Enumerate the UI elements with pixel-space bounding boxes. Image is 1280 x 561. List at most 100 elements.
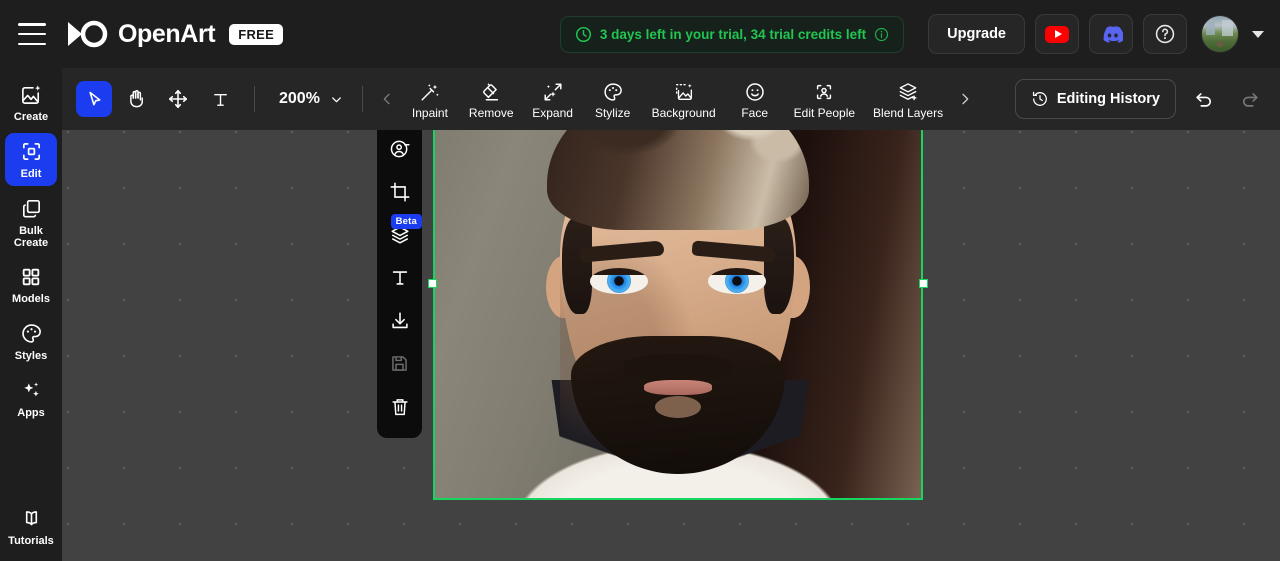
- select-tool-button[interactable]: [76, 81, 112, 117]
- eraser-icon: [480, 81, 502, 103]
- sidebar-item-apps[interactable]: Apps: [5, 372, 57, 425]
- sidebar-item-models[interactable]: Models: [5, 259, 57, 311]
- youtube-icon: [1045, 25, 1069, 43]
- resize-handle-middle-left[interactable]: [428, 279, 437, 288]
- edit-selection-icon: [20, 140, 43, 163]
- expand-arrows-icon: [542, 81, 564, 103]
- lips: [644, 380, 712, 395]
- grid-squares-icon: [20, 266, 42, 288]
- left-sidebar: Create Edit Bulk Create Models Styles Ap…: [0, 68, 62, 561]
- youtube-link-button[interactable]: [1035, 14, 1079, 54]
- redo-button[interactable]: [1232, 81, 1268, 117]
- sidebar-item-styles[interactable]: Styles: [5, 315, 57, 368]
- tool-label: Stylize: [594, 105, 631, 120]
- clock-icon: [575, 26, 592, 43]
- tool-background[interactable]: Background: [644, 79, 724, 120]
- app-header: OpenArt FREE 3 days left in your trial, …: [0, 0, 1280, 68]
- tool-label: Edit People: [793, 105, 856, 120]
- tool-label: Inpaint: [411, 105, 448, 120]
- text-tool-button[interactable]: [202, 81, 238, 117]
- avatar[interactable]: [1201, 15, 1239, 53]
- sidebar-item-label: Bulk Create: [14, 225, 48, 249]
- toolbar-divider: [361, 86, 363, 112]
- eye-right: [708, 268, 766, 294]
- palette-icon: [20, 322, 43, 345]
- eyelash-left: [590, 268, 648, 275]
- image-subject: [433, 68, 923, 500]
- beta-badge: Beta: [390, 214, 422, 229]
- tool-label: Expand: [532, 105, 573, 120]
- undo-button[interactable]: [1186, 81, 1222, 117]
- sidebar-item-label: Create: [13, 111, 49, 123]
- sidebar-label-line2: Create: [13, 237, 49, 249]
- history-clock-icon: [1031, 90, 1049, 108]
- sidebar-item-label: Apps: [17, 407, 45, 419]
- tool-expand[interactable]: Expand: [524, 79, 582, 120]
- sidebar-item-label: Tutorials: [8, 535, 54, 547]
- moustache: [623, 354, 733, 380]
- person-frame-icon: [813, 81, 835, 103]
- book-icon: [20, 507, 43, 530]
- crop-icon[interactable]: [377, 170, 422, 213]
- chin-highlight: [655, 396, 701, 418]
- sidebar-item-label: Styles: [14, 350, 48, 362]
- account-chevron-down-icon[interactable]: [1252, 30, 1264, 38]
- discord-link-button[interactable]: [1089, 14, 1133, 54]
- tools-scroll-left-button[interactable]: [373, 79, 401, 119]
- download-icon[interactable]: [377, 299, 422, 342]
- tool-blend-layers[interactable]: Blend Layers: [865, 79, 951, 120]
- tool-edit-people[interactable]: Edit People: [786, 79, 863, 120]
- sidebar-item-bulk-create[interactable]: Bulk Create: [5, 190, 57, 255]
- copy-icon: [20, 197, 43, 220]
- zoom-level-selector[interactable]: 200%: [279, 90, 344, 108]
- tool-stylize[interactable]: Stylize: [584, 79, 642, 120]
- sidebar-item-create[interactable]: Create: [5, 76, 57, 129]
- sidebar-item-edit[interactable]: Edit: [5, 133, 57, 186]
- info-circle-icon[interactable]: [874, 27, 889, 42]
- app-body: Create Edit Bulk Create Models Styles Ap…: [0, 68, 1280, 561]
- tool-remove[interactable]: Remove: [461, 79, 522, 120]
- hand-pan-tool-button[interactable]: [118, 81, 154, 117]
- editing-history-label: Editing History: [1056, 91, 1160, 107]
- editor-toolbar: 200% Inpaint Remove Expand Stylize Backg…: [62, 68, 1280, 130]
- tool-face[interactable]: Face: [726, 79, 784, 120]
- text-tool-icon[interactable]: [377, 256, 422, 299]
- sidebar-label-line1: Bulk: [19, 225, 43, 237]
- toolbar-right-group: Editing History: [1014, 79, 1268, 119]
- sideburn-right: [764, 218, 794, 314]
- move-tool-button[interactable]: [160, 81, 196, 117]
- eyelash-right: [708, 268, 766, 275]
- resize-handle-middle-right[interactable]: [919, 279, 928, 288]
- trial-status-banner[interactable]: 3 days left in your trial, 34 trial cred…: [559, 15, 905, 53]
- discord-icon: [1100, 25, 1123, 43]
- sidebar-item-label: Models: [12, 293, 50, 305]
- save-disk-icon[interactable]: [377, 342, 422, 385]
- trial-status-text: 3 days left in your trial, 34 trial cred…: [599, 26, 867, 42]
- trash-delete-icon[interactable]: [377, 385, 422, 428]
- brand-name: OpenArt: [118, 19, 216, 48]
- image-sparkle-icon: [20, 83, 43, 106]
- chevron-down-icon: [329, 92, 344, 107]
- tool-inpaint[interactable]: Inpaint: [401, 79, 459, 120]
- hamburger-menu-icon[interactable]: [18, 23, 46, 45]
- layers-plus-icon: [897, 81, 919, 103]
- smiley-face-icon: [744, 81, 766, 103]
- brand-logo[interactable]: OpenArt FREE: [62, 19, 284, 49]
- layers-icon[interactable]: Beta: [377, 213, 422, 256]
- sidebar-item-label: Edit: [20, 168, 42, 180]
- sparkles-icon: [20, 379, 43, 402]
- sidebar-item-tutorials[interactable]: Tutorials: [5, 500, 57, 557]
- editing-history-button[interactable]: Editing History: [1014, 79, 1176, 119]
- background-image-icon: [673, 81, 695, 103]
- help-button[interactable]: [1143, 14, 1187, 54]
- portrait-image: [433, 68, 923, 500]
- selected-image-frame[interactable]: [428, 68, 928, 500]
- upgrade-button[interactable]: Upgrade: [928, 14, 1025, 54]
- tool-label: Remove: [468, 105, 514, 120]
- plan-badge: FREE: [229, 23, 284, 45]
- toolbar-divider: [254, 86, 255, 112]
- editor-canvas[interactable]: Start a Blend Board Beta Add Image: [62, 68, 1280, 561]
- tools-scroll-right-button[interactable]: [951, 79, 979, 119]
- person-remove-icon[interactable]: [377, 127, 422, 170]
- sideburn-left: [562, 218, 592, 314]
